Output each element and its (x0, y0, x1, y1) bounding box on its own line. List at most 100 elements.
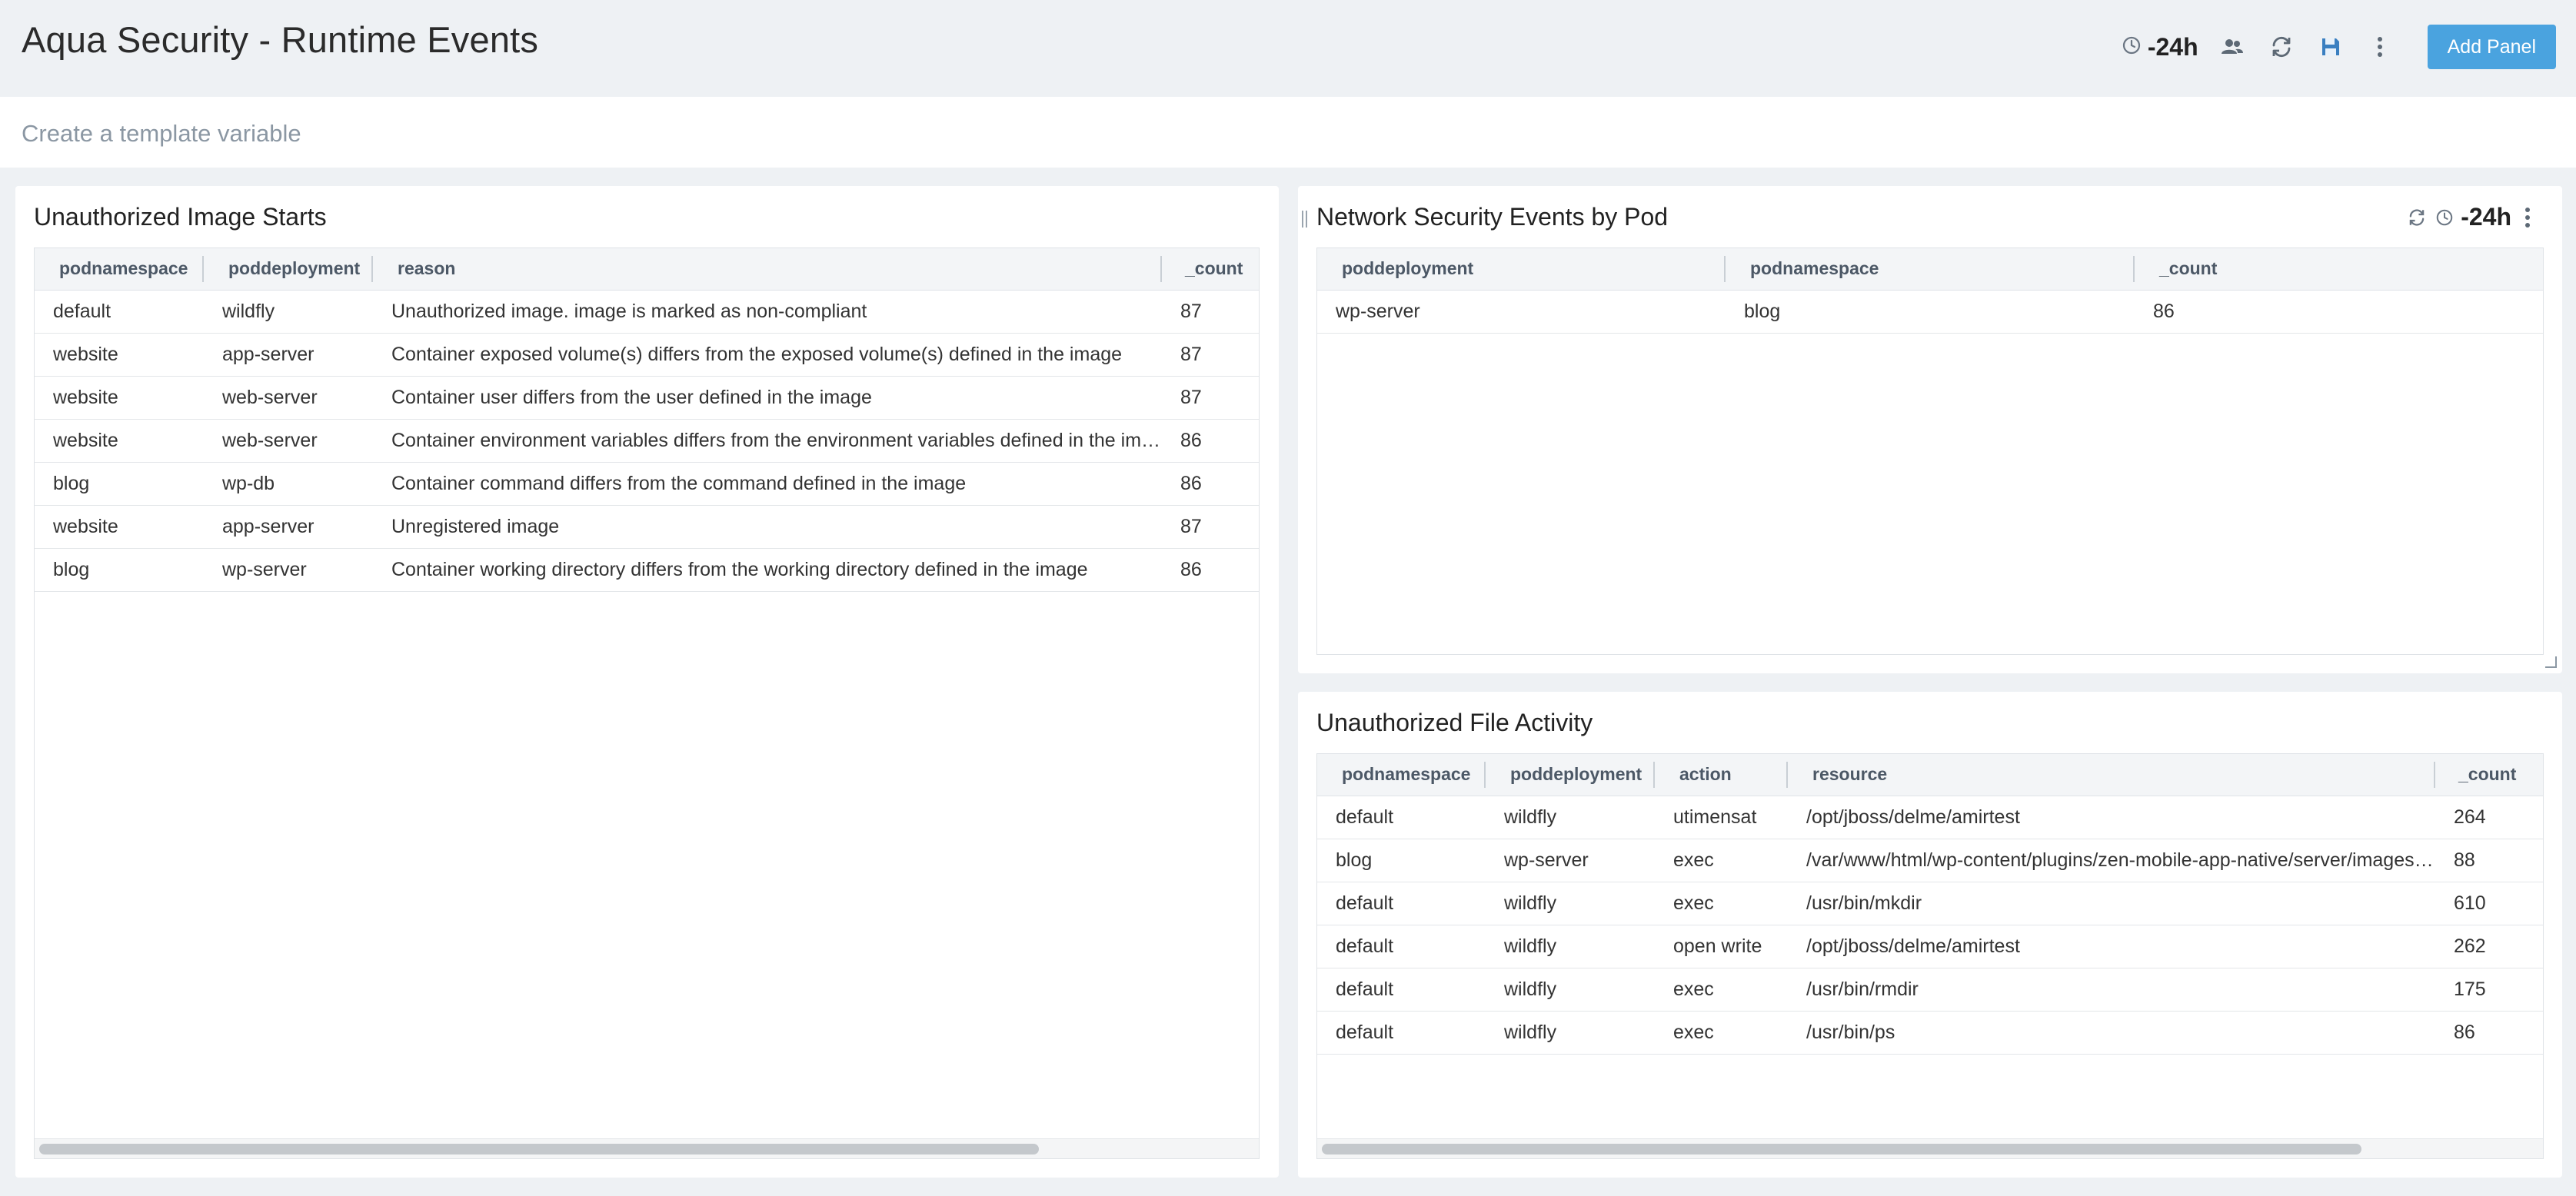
table-row[interactable]: default wildfly Unauthorized image. imag… (35, 290, 1260, 333)
table-row[interactable]: default wildfly exec /usr/bin/mkdir 610 (1317, 882, 2544, 925)
template-variable-bar: Create a template variable (0, 97, 2576, 168)
column-header[interactable]: podnamespace (35, 248, 204, 290)
column-header[interactable]: reason (373, 248, 1162, 290)
panel-toolbar: -24h (2401, 203, 2539, 231)
table-row[interactable]: website app-server Unregistered image 87 (35, 505, 1260, 548)
users-icon[interactable] (2217, 32, 2248, 62)
panel-title: Unauthorized Image Starts (34, 203, 327, 231)
cell-podnamespace: blog (1317, 839, 1486, 882)
panel-time-range[interactable]: -24h (2461, 203, 2511, 231)
table-row[interactable]: default wildfly utimensat /opt/jboss/del… (1317, 796, 2544, 839)
cell-count: 264 (2435, 796, 2544, 839)
cell-podnamespace: blog (35, 462, 204, 505)
drag-handle-icon[interactable] (1301, 209, 1309, 229)
cell-reason: Unregistered image (373, 505, 1162, 548)
cell-poddeployment: wp-server (1317, 290, 1726, 333)
column-header[interactable]: podnamespace (1726, 248, 2135, 290)
table-row[interactable]: blog wp-server Container working directo… (35, 548, 1260, 591)
horizontal-scrollbar[interactable] (35, 1138, 1260, 1158)
cell-poddeployment: wildfly (1486, 882, 1655, 925)
panel-network-security-events: Network Security Events by Pod -24h podd… (1298, 186, 2562, 673)
time-range-picker[interactable]: -24h (2122, 33, 2198, 61)
image-starts-table: podnamespace poddeployment reason _count… (34, 248, 1260, 1159)
column-header[interactable]: podnamespace (1317, 754, 1486, 796)
table-row[interactable]: blog wp-db Container command differs fro… (35, 462, 1260, 505)
more-vertical-icon[interactable] (2365, 32, 2395, 62)
column-header[interactable]: _count (2135, 248, 2544, 290)
panel-title: Unauthorized File Activity (1316, 709, 1593, 737)
cell-action: exec (1655, 1011, 1788, 1054)
table-row[interactable]: default wildfly exec /usr/bin/ps 86 (1317, 1011, 2544, 1054)
dashboard-title: Aqua Security - Runtime Events (22, 18, 538, 61)
column-header[interactable]: _count (2435, 754, 2544, 796)
horizontal-scrollbar[interactable] (1317, 1138, 2544, 1158)
cell-resource: /opt/jboss/delme/amirtest (1788, 796, 2435, 839)
cell-resource: /opt/jboss/delme/amirtest (1788, 925, 2435, 968)
cell-count: 88 (2435, 839, 2544, 882)
cell-poddeployment: wp-server (1486, 839, 1655, 882)
header-toolbar: -24h Add Panel (2122, 23, 2556, 71)
table-row[interactable]: default wildfly open write /opt/jboss/de… (1317, 925, 2544, 968)
cell-poddeployment: web-server (204, 419, 373, 462)
cell-podnamespace: blog (35, 548, 204, 591)
cell-count: 175 (2435, 968, 2544, 1011)
cell-reason: Container working directory differs from… (373, 548, 1162, 591)
column-header[interactable]: poddeployment (1486, 754, 1655, 796)
cell-podnamespace: default (1317, 796, 1486, 839)
column-header[interactable]: _count (1162, 248, 1260, 290)
table-row[interactable]: website app-server Container exposed vol… (35, 333, 1260, 376)
cell-count: 87 (1162, 333, 1260, 376)
cell-reason: Container exposed volume(s) differs from… (373, 333, 1162, 376)
cell-action: exec (1655, 968, 1788, 1011)
table-row[interactable]: blog wp-server exec /var/www/html/wp-con… (1317, 839, 2544, 882)
cell-reason: Container command differs from the comma… (373, 462, 1162, 505)
cell-poddeployment: wildfly (1486, 796, 1655, 839)
table-row[interactable]: wp-server blog 86 (1317, 290, 2544, 333)
refresh-icon[interactable] (2266, 32, 2297, 62)
cell-count: 86 (1162, 462, 1260, 505)
cell-count: 87 (1162, 505, 1260, 548)
cell-resource: /usr/bin/mkdir (1788, 882, 2435, 925)
cell-count: 86 (2135, 290, 2544, 333)
cell-poddeployment: wildfly (1486, 968, 1655, 1011)
cell-poddeployment: web-server (204, 376, 373, 419)
cell-count: 86 (1162, 548, 1260, 591)
cell-reason: Unauthorized image. image is marked as n… (373, 290, 1162, 333)
more-vertical-icon[interactable] (2516, 206, 2539, 229)
cell-resource: /usr/bin/rmdir (1788, 968, 2435, 1011)
refresh-icon[interactable] (2405, 206, 2428, 229)
cell-action: open write (1655, 925, 1788, 968)
cell-count: 86 (2435, 1011, 2544, 1054)
table-row[interactable]: website web-server Container environment… (35, 419, 1260, 462)
panel-title: Network Security Events by Pod (1316, 203, 1668, 231)
cell-podnamespace: default (1317, 882, 1486, 925)
table-row[interactable]: default wildfly exec /usr/bin/rmdir 175 (1317, 968, 2544, 1011)
column-header[interactable]: resource (1788, 754, 2435, 796)
resize-handle-icon[interactable] (2542, 653, 2558, 669)
column-header[interactable]: poddeployment (1317, 248, 1726, 290)
column-header[interactable]: poddeployment (204, 248, 373, 290)
cell-count: 87 (1162, 290, 1260, 333)
clock-icon[interactable] (2433, 206, 2456, 229)
cell-podnamespace: default (1317, 968, 1486, 1011)
cell-poddeployment: wp-server (204, 548, 373, 591)
cell-action: exec (1655, 839, 1788, 882)
column-header[interactable]: action (1655, 754, 1788, 796)
save-icon[interactable] (2315, 32, 2346, 62)
cell-poddeployment: wp-db (204, 462, 373, 505)
add-panel-button[interactable]: Add Panel (2428, 25, 2556, 69)
cell-podnamespace: website (35, 376, 204, 419)
cell-count: 262 (2435, 925, 2544, 968)
create-template-variable-link[interactable]: Create a template variable (22, 120, 301, 148)
clock-icon (2122, 35, 2142, 59)
table-header-row: podnamespace poddeployment reason _count (35, 248, 1260, 290)
cell-podnamespace: default (1317, 1011, 1486, 1054)
cell-podnamespace: website (35, 419, 204, 462)
cell-resource: /usr/bin/ps (1788, 1011, 2435, 1054)
scrollbar-thumb[interactable] (39, 1144, 1039, 1154)
scrollbar-thumb[interactable] (1322, 1144, 2361, 1154)
cell-resource: /var/www/html/wp-content/plugins/zen-mob… (1788, 839, 2435, 882)
file-activity-table: podnamespace poddeployment action resour… (1316, 753, 2544, 1159)
cell-action: exec (1655, 882, 1788, 925)
table-row[interactable]: website web-server Container user differ… (35, 376, 1260, 419)
